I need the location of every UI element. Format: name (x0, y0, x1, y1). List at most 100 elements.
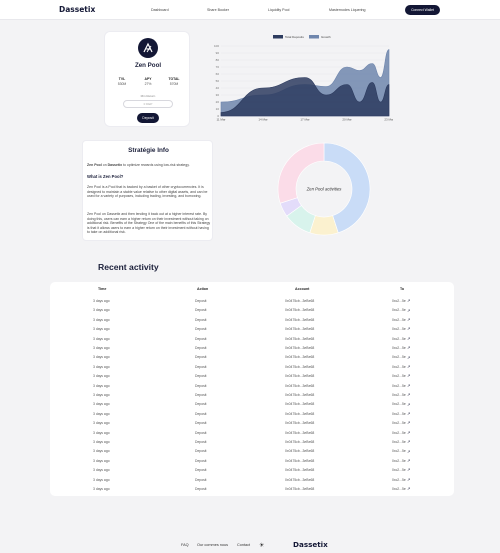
external-link-icon[interactable]: ↗ (407, 439, 410, 444)
cell-action: Deposit (195, 449, 207, 454)
nav-liquidity-pool[interactable]: Liquidity Pool (268, 8, 289, 12)
cell-account: 0x0475cb...3eBe68 (285, 346, 315, 350)
cell-to[interactable]: 0xc2...5e (392, 487, 406, 491)
cell-to[interactable]: 0xc2...5e (392, 449, 406, 453)
cell-to[interactable]: 0xc2...5e (392, 299, 406, 303)
amount-input[interactable]: 0 DEP (123, 100, 173, 108)
external-link-icon[interactable]: ↗ (407, 383, 410, 388)
theme-toggle-sun-icon[interactable]: ☀ (259, 542, 264, 549)
cell-action: Deposit (195, 299, 207, 303)
cell-to[interactable]: 0xc2...5e (392, 308, 406, 312)
external-link-icon[interactable]: ↗ (407, 420, 410, 425)
cell-to[interactable]: 0xc2...5e (392, 346, 406, 350)
cell-account: 0x0475cb...3eBe68 (285, 440, 315, 444)
external-link-icon[interactable]: ↗ (407, 402, 410, 407)
cell-to[interactable]: 0xc2...5e (392, 440, 406, 444)
cell-action: Deposit (195, 383, 207, 388)
cell-time: 3 days ago (93, 355, 110, 360)
top-navbar: Dassetix Dashboard Share Booker Liquidit… (0, 0, 500, 20)
table-row: 3 days ago Deposit 0x0475cb...3eBe68 0xc2..… (50, 466, 454, 475)
y-tick-label: 30 (216, 93, 220, 97)
cell-to[interactable]: 0xc2...5e (392, 393, 406, 397)
info-question: What is Zen Pool? (87, 174, 124, 179)
external-link-icon[interactable]: ↗ (407, 458, 410, 463)
footer-about[interactable]: Our commes nous (197, 543, 228, 547)
cell-to[interactable]: 0xc2...5e (392, 337, 406, 341)
legend-label: Total Deposits (285, 35, 304, 39)
brand-logo[interactable]: Dassetix (59, 5, 95, 14)
strategy-info-card: Stratégie Info Zen Pool on Dassetix to o… (82, 140, 213, 241)
external-link-icon[interactable]: ↗ (407, 364, 410, 369)
cell-to[interactable]: 0xc2...5e (392, 374, 406, 378)
cell-time: 3 days ago (93, 449, 110, 454)
cell-action: Deposit (195, 364, 207, 369)
cell-account: 0x0475cb...3eBe68 (285, 299, 315, 303)
col-time: Time (98, 287, 107, 291)
external-link-icon[interactable]: ↗ (407, 486, 410, 491)
external-link-icon[interactable]: ↗ (407, 308, 410, 313)
external-link-icon[interactable]: ↗ (407, 411, 410, 416)
col-account: Account (295, 287, 310, 291)
table-row: 3 days ago Deposit 0x0475cb...3eBe68 0xc2..… (50, 306, 454, 315)
cell-action: Deposit (195, 327, 207, 332)
cell-account: 0x0475cb...3eBe68 (285, 430, 315, 435)
y-tick-label: 20 (216, 100, 220, 104)
cell-time: 3 days ago (93, 299, 110, 303)
cell-to[interactable]: 0xc2...5e (392, 355, 406, 359)
cell-account: 0x0475cb...3eBe68 (285, 477, 315, 482)
external-link-icon[interactable]: ↗ (407, 298, 410, 303)
cell-to[interactable]: 0xc2...5e (392, 402, 406, 406)
nav-share-booker[interactable]: Share Booker (207, 8, 229, 12)
cell-time: 3 days ago (93, 468, 110, 473)
external-link-icon[interactable]: ↗ (407, 336, 410, 341)
table-row: 3 days ago Deposit 0x0475cb...3eBe68 0xc2..… (50, 485, 454, 494)
cell-to[interactable]: 0xc2...5e (392, 365, 406, 369)
external-link-icon[interactable]: ↗ (407, 449, 410, 454)
cell-account: 0x0475cb...3eBe68 (285, 317, 315, 322)
pool-card: Zen Pool TVL 530M APY 27% TOTAL 570M Min… (104, 31, 190, 127)
cell-to[interactable]: 0xc2...5e (392, 421, 406, 425)
cell-account: 0x0475cb...3eBe68 (285, 468, 315, 473)
activity-table: Time Action Account To 3 days ago Deposit… (50, 282, 454, 496)
cell-to[interactable]: 0xc2...5e (392, 318, 406, 322)
external-link-icon[interactable]: ↗ (407, 392, 410, 397)
external-link-icon[interactable]: ↗ (407, 326, 410, 331)
cell-time: 3 days ago (93, 458, 110, 463)
cell-to[interactable]: 0xc2...5e (392, 412, 406, 416)
external-link-icon[interactable]: ↗ (407, 373, 410, 378)
external-link-icon[interactable]: ↗ (407, 430, 410, 435)
cell-time: 3 days ago (93, 421, 110, 426)
footer-contact[interactable]: Contact (237, 543, 250, 547)
external-link-icon[interactable]: ↗ (407, 477, 410, 482)
cell-time: 3 days ago (93, 477, 110, 482)
cell-to[interactable]: 0xc2...5e (392, 384, 406, 388)
cell-time: 3 days ago (93, 308, 110, 313)
footer-logo[interactable]: Dassetix (293, 540, 328, 549)
table-row: 3 days ago Deposit 0x0475cb...3eBe68 0xc2..… (50, 391, 454, 400)
cell-account: 0x0475cb...3eBe68 (285, 487, 315, 491)
cell-time: 3 days ago (93, 440, 110, 444)
deposit-button[interactable]: Deposit (137, 113, 159, 123)
stat-tvl: TVL 530M (110, 77, 134, 86)
external-link-icon[interactable]: ↗ (407, 317, 410, 322)
cell-action: Deposit (195, 487, 207, 491)
table-row: 3 days ago Deposit 0x0475cb...3eBe68 0xc2..… (50, 476, 454, 485)
cell-account: 0x0475cb...3eBe68 (285, 374, 315, 379)
cell-to[interactable]: 0xc2...5e (392, 459, 406, 463)
external-link-icon[interactable]: ↗ (407, 345, 410, 350)
table-row: 3 days ago Deposit 0x0475cb...3eBe68 0xc2..… (50, 429, 454, 438)
nav-dashboard[interactable]: Dashboard (151, 8, 169, 12)
cell-account: 0x0475cb...3eBe68 (285, 364, 315, 369)
cell-to[interactable]: 0xc2...5e (392, 468, 406, 472)
cell-account: 0x0475cb...3eBe68 (285, 458, 315, 463)
external-link-icon[interactable]: ↗ (407, 467, 410, 472)
footer-faq[interactable]: FAQ (181, 543, 189, 547)
external-link-icon[interactable]: ↗ (407, 355, 410, 360)
cell-to[interactable]: 0xc2...5e (392, 431, 406, 435)
nav-masternodes[interactable]: Masternodes Liquering (329, 8, 366, 12)
intro-rest: to optimize rewards using low-risk strat… (122, 163, 190, 167)
cell-to[interactable]: 0xc2...5e (392, 478, 406, 482)
table-row: 3 days ago Deposit 0x0475cb...3eBe68 0xc2..… (50, 447, 454, 456)
connect-wallet-button[interactable]: Connect Wallet (405, 5, 440, 15)
cell-to[interactable]: 0xc2...5e (392, 327, 406, 331)
